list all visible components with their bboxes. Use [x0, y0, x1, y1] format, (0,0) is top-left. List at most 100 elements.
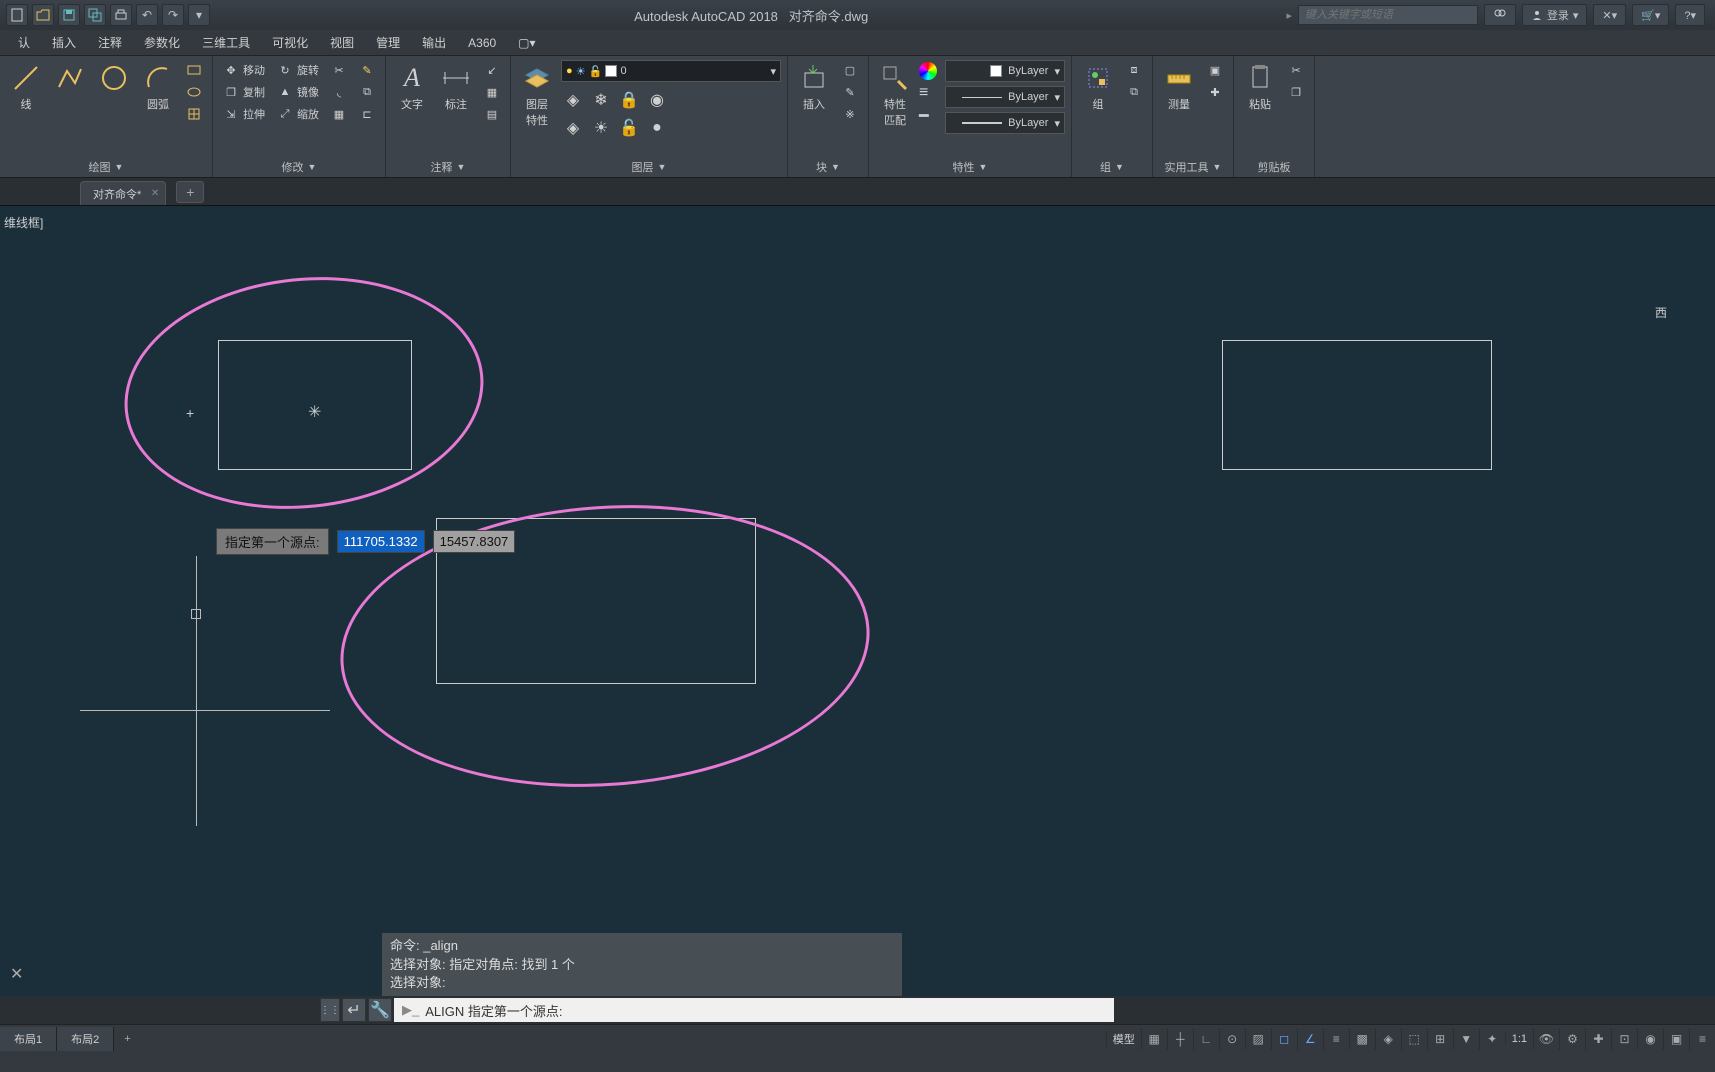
- layer-iso-icon[interactable]: ◈: [561, 88, 585, 112]
- menu-output[interactable]: 输出: [412, 31, 456, 54]
- annotation-monitor-icon[interactable]: ✚: [1585, 1028, 1611, 1050]
- menu-manage[interactable]: 管理: [366, 31, 410, 54]
- hardware-accel-icon[interactable]: ⊡: [1611, 1028, 1637, 1050]
- gizmo-icon[interactable]: ✦: [1479, 1028, 1505, 1050]
- scale-button[interactable]: ⤢缩放: [273, 104, 323, 124]
- layer-unlock-icon[interactable]: 🔓: [617, 116, 641, 140]
- insert-block-button[interactable]: 插入: [794, 60, 834, 114]
- rotate-button[interactable]: ↻旋转: [273, 60, 323, 80]
- otrack-toggle-icon[interactable]: ∠: [1297, 1028, 1323, 1050]
- saveas-icon[interactable]: [84, 4, 106, 26]
- command-customize-icon[interactable]: 🔧: [368, 998, 392, 1022]
- hatch-button[interactable]: [182, 104, 206, 124]
- polar-toggle-icon[interactable]: ⊙: [1219, 1028, 1245, 1050]
- move-button[interactable]: ✥移动: [219, 60, 269, 80]
- dynamic-y-field[interactable]: 15457.8307: [433, 530, 516, 553]
- dynamic-ucs-icon[interactable]: ⊞: [1427, 1028, 1453, 1050]
- lineweight-toggle-icon[interactable]: ≡: [1323, 1028, 1349, 1050]
- array-button[interactable]: ▦: [327, 104, 351, 124]
- rectangle-button[interactable]: [182, 60, 206, 80]
- transparency-toggle-icon[interactable]: ▩: [1349, 1028, 1375, 1050]
- ungroup-button[interactable]: ⧈: [1122, 60, 1146, 80]
- layer-combo[interactable]: ● ☀ 🔓 0 ▾: [561, 60, 781, 82]
- new-icon[interactable]: [6, 4, 28, 26]
- workspace-switch-icon[interactable]: ⚙: [1559, 1028, 1585, 1050]
- erase-button[interactable]: ✎: [355, 60, 379, 80]
- offset-button[interactable]: ⊏: [355, 104, 379, 124]
- stretch-button[interactable]: ⇲拉伸: [219, 104, 269, 124]
- lineweight-combo[interactable]: ByLayer▾: [945, 112, 1065, 134]
- infocenter-search-icon[interactable]: [1484, 4, 1516, 26]
- measure-button[interactable]: 测量: [1159, 60, 1199, 114]
- mtext-button[interactable]: ▤: [480, 104, 504, 124]
- snap-toggle-icon[interactable]: ┼: [1167, 1028, 1193, 1050]
- isolate-objects-icon[interactable]: ◉: [1637, 1028, 1663, 1050]
- help-icon[interactable]: ?▾: [1675, 4, 1705, 26]
- circle-button[interactable]: [94, 60, 134, 110]
- copy-clip-button[interactable]: ❐: [1284, 82, 1308, 102]
- search-input[interactable]: [1298, 5, 1478, 25]
- linetype-combo[interactable]: ByLayer▾: [945, 86, 1065, 108]
- menu-a360[interactable]: A360: [458, 33, 506, 53]
- color-combo[interactable]: ByLayer▾: [945, 60, 1065, 82]
- block-attr-button[interactable]: ※: [838, 104, 862, 124]
- fillet-button[interactable]: ◟: [327, 82, 351, 102]
- exchange-icon[interactable]: ✕▾: [1593, 4, 1626, 26]
- quick-calc-button[interactable]: ✚: [1203, 82, 1227, 102]
- mirror-button[interactable]: ▲镜像: [273, 82, 323, 102]
- menu-3dtools[interactable]: 三维工具: [192, 31, 260, 54]
- group-edit-button[interactable]: ⧉: [1122, 82, 1146, 102]
- qat-dropdown-icon[interactable]: ▾: [188, 4, 210, 26]
- command-recent-icon[interactable]: ↵: [342, 998, 366, 1022]
- osnap-toggle-icon[interactable]: ◻: [1271, 1028, 1297, 1050]
- close-tab-icon[interactable]: ✕: [151, 188, 159, 199]
- menu-parametric[interactable]: 参数化: [134, 31, 190, 54]
- command-grip-icon[interactable]: ⋮⋮: [320, 998, 340, 1022]
- layer-lock-icon[interactable]: 🔒: [617, 88, 641, 112]
- text-button[interactable]: A文字: [392, 60, 432, 114]
- arc-button[interactable]: 圆弧: [138, 60, 178, 114]
- file-tab-active[interactable]: 对齐命令* ✕: [80, 181, 166, 205]
- polyline-button[interactable]: [50, 60, 90, 110]
- linetype-icon[interactable]: ≡: [919, 84, 941, 102]
- command-input[interactable]: ▶_ ALIGN 指定第一个源点:: [394, 998, 1114, 1022]
- customize-status-icon[interactable]: ≡: [1689, 1028, 1715, 1050]
- color-wheel-icon[interactable]: [919, 62, 937, 80]
- isodraft-toggle-icon[interactable]: ▨: [1245, 1028, 1271, 1050]
- layer-properties-button[interactable]: 图层 特性: [517, 60, 557, 130]
- trim-button[interactable]: ✂: [327, 60, 351, 80]
- line-button[interactable]: 线: [6, 60, 46, 114]
- table-button[interactable]: ▦: [480, 82, 504, 102]
- menu-featured-icon[interactable]: ▢▾: [508, 33, 545, 53]
- edit-block-button[interactable]: ✎: [838, 82, 862, 102]
- annotation-visibility-icon[interactable]: 👁: [1533, 1028, 1559, 1050]
- ellipse-button[interactable]: [182, 82, 206, 102]
- layer-off-icon[interactable]: ◉: [645, 88, 669, 112]
- paste-button[interactable]: 粘贴: [1240, 60, 1280, 114]
- ortho-toggle-icon[interactable]: ∟: [1193, 1028, 1219, 1050]
- layer-on-icon[interactable]: ●: [645, 116, 669, 140]
- layout-tab-2[interactable]: 布局2: [57, 1027, 114, 1051]
- menu-default[interactable]: 认: [8, 31, 40, 54]
- save-icon[interactable]: [58, 4, 80, 26]
- copy-button[interactable]: ❐复制: [219, 82, 269, 102]
- menu-annotate[interactable]: 注释: [88, 31, 132, 54]
- cut-button[interactable]: ✂: [1284, 60, 1308, 80]
- dynamic-x-field[interactable]: 111705.1332: [337, 530, 425, 553]
- undo-icon[interactable]: ↶: [136, 4, 158, 26]
- match-properties-button[interactable]: 特性 匹配: [875, 60, 915, 130]
- layer-thaw-icon[interactable]: ☀: [589, 116, 613, 140]
- annotation-scale[interactable]: 1:1: [1505, 1033, 1533, 1045]
- layout-tab-1[interactable]: 布局1: [0, 1027, 57, 1051]
- group-button[interactable]: 组: [1078, 60, 1118, 114]
- 3dosnap-icon[interactable]: ⬚: [1401, 1028, 1427, 1050]
- menu-visualize[interactable]: 可视化: [262, 31, 318, 54]
- explode-button[interactable]: ⧉: [355, 82, 379, 102]
- open-icon[interactable]: [32, 4, 54, 26]
- selection-cycling-icon[interactable]: ◈: [1375, 1028, 1401, 1050]
- login-button[interactable]: 登录▾: [1522, 4, 1588, 26]
- viewcube-label[interactable]: 西: [1655, 304, 1667, 321]
- visual-style-label[interactable]: 维线框]: [4, 214, 43, 231]
- new-tab-button[interactable]: +: [176, 181, 204, 203]
- drawing-canvas[interactable]: 维线框] 西 + ✳ 指定第一个源点: 111705.1332 15457.83…: [0, 206, 1715, 996]
